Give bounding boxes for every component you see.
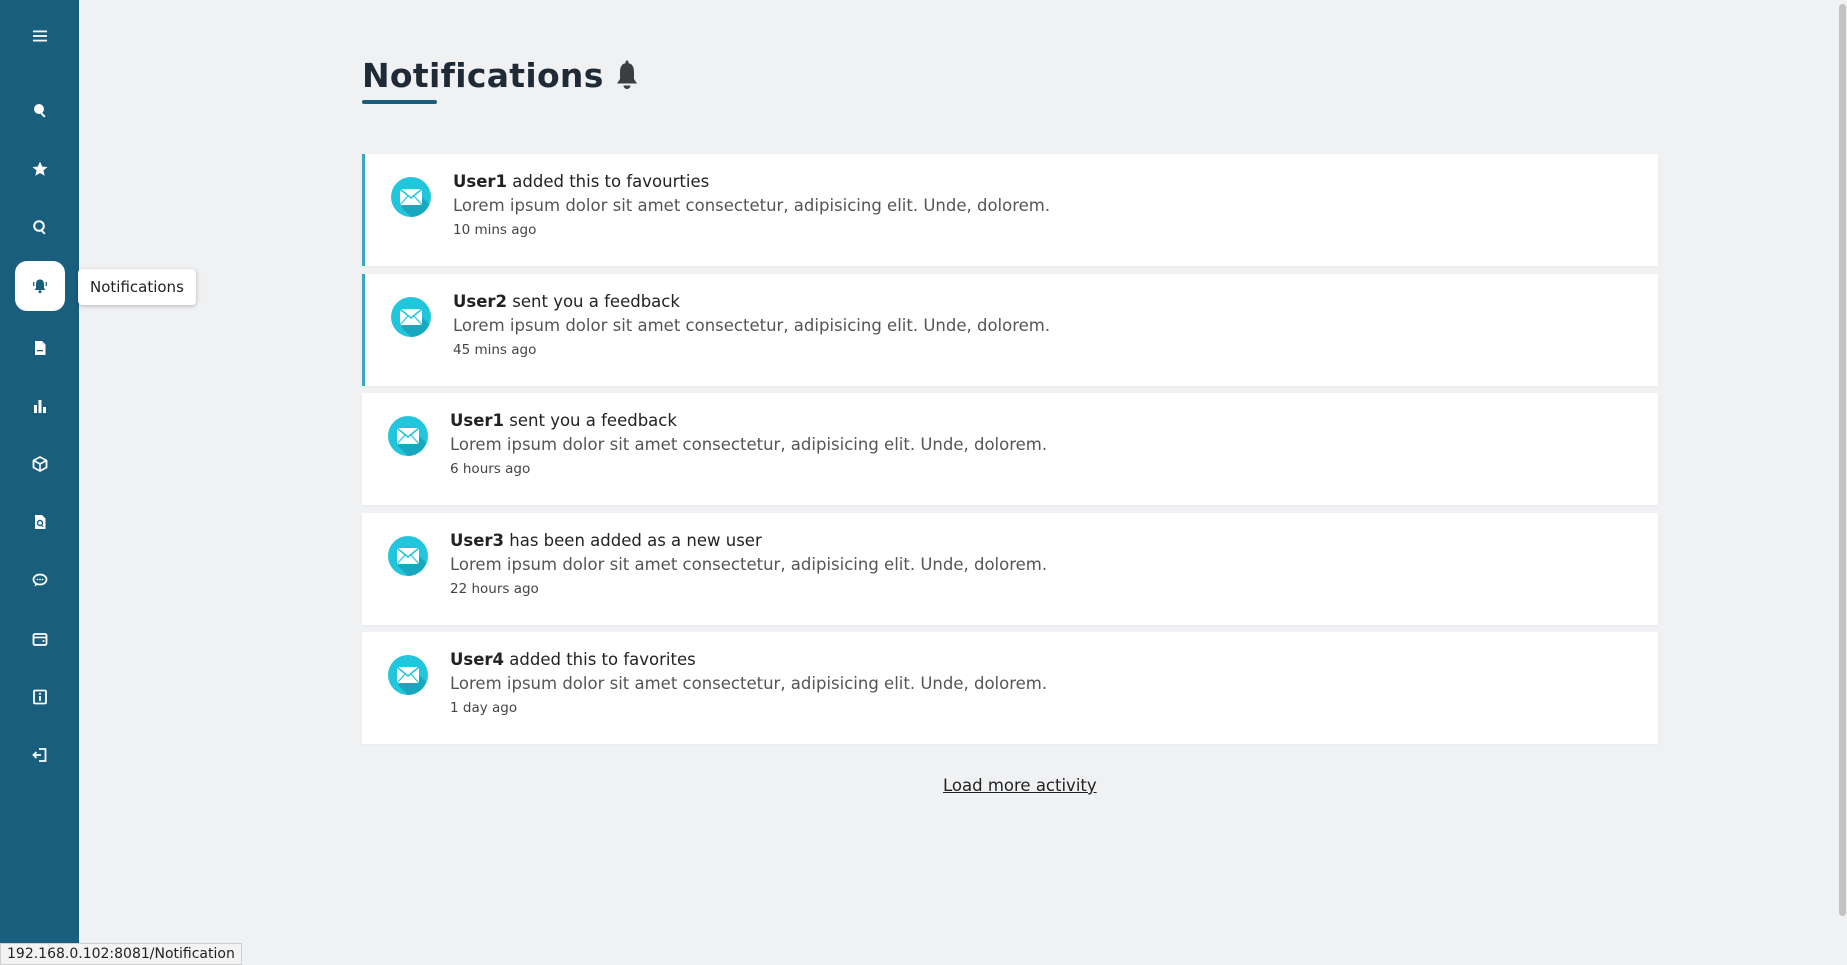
notification-time: 1 day ago [450,700,518,716]
scrollbar[interactable] [1837,0,1847,963]
notification-user: User3 [450,531,505,550]
star-icon [32,161,48,176]
menu-button[interactable] [15,11,65,61]
notification-text: User4 added this to favorites Lorem ipsu… [450,650,1047,716]
notification-body: Lorem ipsum dolor sit amet consectetur, … [450,555,1048,574]
sidebar-item-reports[interactable] [15,381,65,431]
sidebar-item-info[interactable] [15,672,65,722]
notification-headline: User1 added this to favourties [453,172,1050,191]
notification-text: User1 sent you a feedback Lorem ipsum do… [450,411,1047,477]
notification-text: User2 sent you a feedback Lorem ipsum do… [453,292,1050,358]
notification-user: User1 [450,411,505,430]
scrollbar-thumb[interactable] [1839,4,1846,916]
mail-icon [388,655,428,695]
load-more-link[interactable]: Load more activity [943,776,1097,795]
notification-time: 45 mins ago [453,342,537,358]
title-underline [362,100,437,104]
notification-action: added this to favorites [504,650,696,669]
wallet-icon [32,633,48,646]
zoom-search-icon [33,220,46,235]
mail-icon [391,177,431,217]
sidebar-item-logout[interactable] [15,730,65,780]
notification-headline: User3 has been added as a new user [450,531,1047,550]
notification-headline: User1 sent you a feedback [450,411,1047,430]
mail-icon [388,416,428,456]
notification-user: User2 [453,292,508,311]
notification-text: User1 added this to favourties Lorem ips… [453,172,1050,238]
bell-icon [32,279,48,294]
notification-text: User3 has been added as a new user Lorem… [450,531,1047,597]
notification-item[interactable]: User1 added this to favourties Lorem ips… [362,154,1658,266]
sidebar-item-messages[interactable] [15,555,65,605]
mail-icon [391,297,431,337]
notification-item[interactable]: User2 sent you a feedback Lorem ipsum do… [362,274,1658,386]
sidebar-item-products[interactable] [15,439,65,489]
notification-item[interactable]: User1 sent you a feedback Lorem ipsum do… [362,393,1658,505]
mail-icon [388,536,428,576]
notification-action: has been added as a new user [504,531,762,550]
notification-body: Lorem ipsum dolor sit amet consectetur, … [450,674,1048,693]
notification-body: Lorem ipsum dolor sit amet consectetur, … [453,316,1051,335]
box-icon [32,456,48,472]
notification-time: 10 mins ago [453,222,537,238]
sidebar-item-file-search[interactable] [15,497,65,547]
document-icon [35,341,46,355]
notifications-tooltip: Notifications [78,269,196,305]
notification-body: Lorem ipsum dolor sit amet consectetur, … [450,435,1048,454]
hamburger-menu-icon [33,30,47,42]
notification-time: 6 hours ago [450,461,531,477]
notification-action: sent you a feedback [504,411,677,430]
sidebar-item-favourites[interactable] [15,144,65,194]
status-bar-url: 192.168.0.102:8081/Notification [0,943,242,965]
notification-action: sent you a feedback [507,292,680,311]
logout-icon [32,748,47,762]
notification-body: Lorem ipsum dolor sit amet consectetur, … [453,196,1051,215]
sidebar-item-notifications[interactable] [15,261,65,311]
bell-icon [616,60,637,89]
notification-item[interactable]: User4 added this to favorites Lorem ipsu… [362,632,1658,744]
file-search-icon [35,515,46,529]
search-icon [34,104,46,118]
page-header: Notifications [362,56,642,95]
info-icon [33,689,47,705]
notification-item[interactable]: User3 has been added as a new user Lorem… [362,513,1658,625]
notification-time: 22 hours ago [450,581,539,597]
notification-headline: User4 added this to favorites [450,650,1047,669]
notification-action: added this to favourties [507,172,710,191]
sidebar-item-wallet[interactable] [15,614,65,664]
notification-headline: User2 sent you a feedback [453,292,1050,311]
sidebar-item-explore[interactable] [15,202,65,252]
page-title: Notifications [362,56,604,95]
bar-chart-icon [34,400,46,413]
sidebar-item-search[interactable] [15,85,65,135]
sidebar [0,0,79,963]
chat-icon [32,573,48,587]
sidebar-item-documents[interactable] [15,323,65,373]
notification-user: User4 [450,650,505,669]
notification-user: User1 [453,172,508,191]
